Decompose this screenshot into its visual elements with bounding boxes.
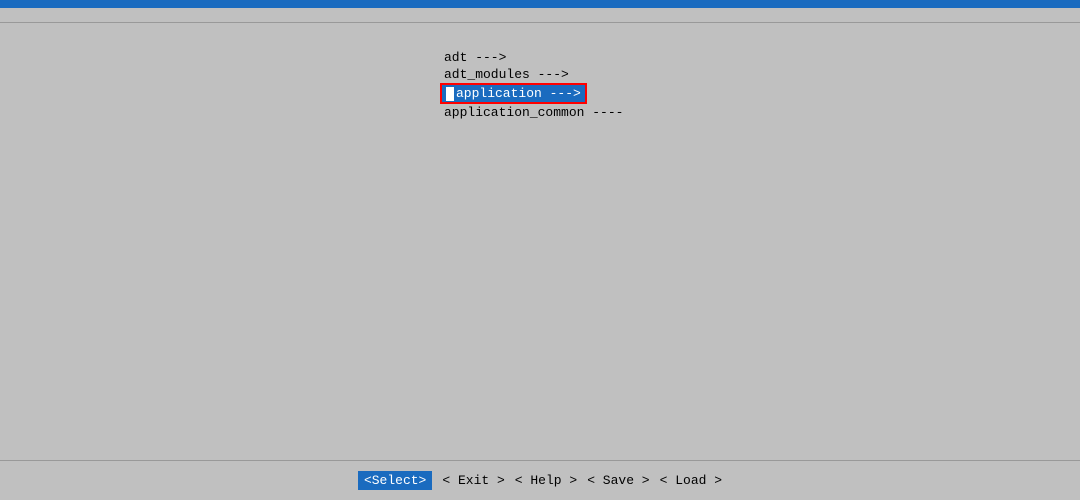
title-bar bbox=[0, 0, 1080, 8]
menu-container: adt ---> adt_modules ---> application --->… bbox=[440, 49, 640, 121]
divider bbox=[0, 22, 1080, 23]
menu-item-0[interactable]: adt ---> bbox=[440, 49, 510, 66]
menu-item-label-1: adt_modules ---> bbox=[444, 67, 569, 82]
menu-item-label-0: adt ---> bbox=[444, 50, 506, 65]
menu-item-label-2: application ---> bbox=[456, 86, 581, 101]
selected-indicator bbox=[446, 87, 454, 101]
bottom-btn-1[interactable]: < Exit > bbox=[442, 473, 504, 488]
main-area: adt ---> adt_modules ---> application --->… bbox=[0, 29, 1080, 419]
bottom-btn-3[interactable]: < Save > bbox=[587, 473, 649, 488]
menu-item-2[interactable]: application ---> bbox=[440, 83, 587, 104]
menu-item-3[interactable]: application_common ---- bbox=[440, 104, 627, 121]
bottom-btn-0[interactable]: <Select> bbox=[358, 471, 432, 490]
bottom-btn-2[interactable]: < Help > bbox=[515, 473, 577, 488]
info-bar bbox=[0, 8, 1080, 16]
bottom-btn-4[interactable]: < Load > bbox=[660, 473, 722, 488]
bottom-bar: <Select> < Exit > < Help > < Save > < Load > bbox=[0, 460, 1080, 500]
menu-item-label-3: application_common ---- bbox=[444, 105, 623, 120]
menu-item-1[interactable]: adt_modules ---> bbox=[440, 66, 573, 83]
